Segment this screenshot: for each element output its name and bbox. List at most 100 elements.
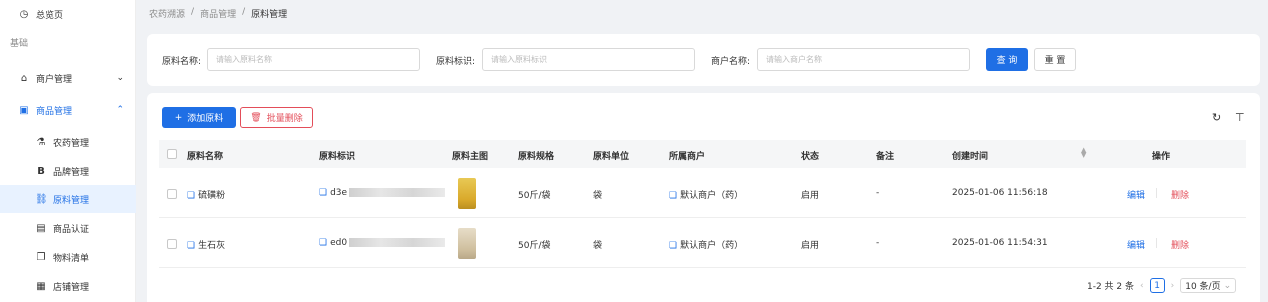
search-panel: 原料名称: 原料标识: 商户名称: 查 询 重 置	[147, 34, 1260, 86]
select-all-checkbox[interactable]	[167, 149, 177, 159]
flask-icon: ⚗	[36, 136, 46, 148]
unit-cell: 袋	[593, 191, 603, 201]
sidebar-item-overview[interactable]: ◷ 总览页	[0, 0, 136, 28]
status-cell: 启用	[801, 191, 820, 201]
column-header: 原料名称	[187, 152, 224, 162]
sidebar-item-label: 商品管理	[36, 106, 73, 117]
copy-icon[interactable]: ❏	[187, 191, 195, 201]
chevron-up-icon: ⌃	[116, 105, 124, 115]
reset-button[interactable]: 重 置	[1034, 48, 1076, 71]
pagination: 1-2 共 2 条 ‹ 1 › 10 条/页 ⌄	[1087, 278, 1237, 293]
note-cell: -	[876, 188, 880, 198]
prev-page-icon[interactable]: ‹	[1140, 281, 1144, 291]
store-icon: ▦	[36, 280, 46, 292]
sidebar-item-brand[interactable]: B 品牌管理	[0, 157, 136, 185]
batch-delete-label: 批量删除	[266, 114, 303, 124]
sidebar-item-label: 商户管理	[36, 74, 73, 85]
sort-icon[interactable]: ▲ ▼	[1081, 147, 1086, 159]
sidebar-item-pesticide[interactable]: ⚗ 农药管理	[0, 128, 136, 156]
breadcrumb-current: 原料管理	[251, 10, 288, 20]
sidebar-item-material[interactable]: ⛓ 原料管理	[0, 185, 136, 213]
column-header: 备注	[876, 152, 895, 162]
column-header: 原料规格	[518, 152, 555, 162]
sidebar-item-bom[interactable]: ❐ 物料清单	[0, 243, 136, 271]
material-name-input[interactable]	[207, 48, 420, 71]
material-code-input[interactable]	[482, 48, 695, 71]
column-header: 创建时间	[952, 152, 989, 162]
breadcrumb-separator: /	[242, 7, 246, 17]
breadcrumb-item[interactable]: 商品管理	[200, 7, 236, 20]
picture-icon: ▣	[19, 104, 29, 116]
material-code-label: 原料标识:	[436, 57, 476, 67]
sidebar-group-label: 基础	[10, 39, 29, 49]
sidebar-item-store[interactable]: ▦ 店铺管理	[0, 272, 136, 300]
material-image[interactable]	[458, 228, 476, 259]
row-checkbox[interactable]	[167, 189, 177, 199]
material-name-cell: ❏ 生石灰	[187, 241, 226, 251]
note-cell: -	[876, 238, 880, 248]
breadcrumb-separator: /	[191, 7, 195, 17]
merchant-name-label: 商户名称:	[711, 57, 751, 67]
material-name-cell: ❏ 硫磺粉	[187, 191, 226, 201]
refresh-icon[interactable]: ↻	[1212, 111, 1221, 124]
copy-icon[interactable]: ❏	[669, 191, 677, 201]
material-code-cell: ❏ ed0	[319, 238, 446, 248]
merchant-cell: ❏ 默认商户（药）	[669, 241, 744, 251]
row-checkbox[interactable]	[167, 239, 177, 249]
copy-doc-icon: ❐	[36, 251, 46, 263]
column-header: 所属商户	[669, 152, 706, 162]
edit-link[interactable]: 编辑	[1127, 188, 1145, 201]
spec-cell: 50斤/袋	[518, 241, 551, 251]
sidebar-item-label: 物料清单	[53, 253, 90, 264]
copy-icon[interactable]: ❏	[319, 188, 327, 198]
created-time-cell: 2025-01-06 11:56:18	[952, 188, 1048, 198]
status-cell: 启用	[801, 241, 820, 251]
batch-delete-button[interactable]: 🗑 批量删除	[240, 107, 313, 128]
copy-icon[interactable]: ❏	[319, 238, 327, 248]
column-header: 原料标识	[319, 152, 356, 162]
link-icon: ⛓	[35, 193, 48, 205]
redacted-text	[349, 188, 446, 197]
sidebar-item-label: 农药管理	[53, 138, 90, 149]
sidebar-item-label: 总览页	[36, 10, 64, 21]
page-number-button[interactable]: 1	[1149, 278, 1165, 293]
query-button[interactable]: 查 询	[986, 48, 1028, 71]
add-material-button[interactable]: + 添加原料	[162, 107, 236, 128]
material-name-label: 原料名称:	[162, 57, 202, 67]
column-header: 操作	[1152, 152, 1171, 162]
column-header: 状态	[801, 152, 820, 162]
material-code-cell: ❏ d3e	[319, 188, 446, 198]
next-page-icon[interactable]: ›	[1171, 281, 1175, 291]
sidebar-item-label: 品牌管理	[53, 167, 90, 178]
sidebar-item-product[interactable]: ▣ 商品管理 ⌃	[0, 96, 136, 124]
divider	[1156, 238, 1157, 248]
sidebar-item-label: 原料管理	[53, 195, 90, 206]
plus-icon: +	[174, 112, 183, 123]
table-header: 原料名称 原料标识 原料主图 原料规格 原料单位 所属商户 状态 备注 创建时间…	[159, 140, 1246, 168]
trash-icon: 🗑	[250, 112, 262, 123]
sidebar-item-merchant[interactable]: ⌂ 商户管理 ⌄	[0, 64, 136, 92]
dashboard-icon: ◷	[19, 8, 29, 20]
delete-link[interactable]: 删除	[1171, 238, 1189, 251]
page-size-label: 10 条/页	[1185, 282, 1221, 292]
column-height-icon[interactable]: ⊤	[1235, 111, 1245, 124]
sidebar: ◷ 总览页 基础 ⌂ 商户管理 ⌄ ▣ 商品管理 ⌃ ⚗ 农药管理 B 品牌管理…	[0, 0, 136, 302]
spec-cell: 50斤/袋	[518, 191, 551, 201]
created-time-cell: 2025-01-06 11:54:31	[952, 238, 1048, 248]
page-size-select[interactable]: 10 条/页 ⌄	[1180, 278, 1237, 293]
material-image[interactable]	[458, 178, 476, 209]
merchant-cell: ❏ 默认商户（药）	[669, 191, 744, 201]
table-row: ❏ 生石灰 ❏ ed0 50斤/袋 袋 ❏ 默认商户（药） 启用 - 2025-01-…	[159, 219, 1246, 268]
copy-icon[interactable]: ❏	[187, 241, 195, 251]
bank-icon: ⌂	[20, 72, 28, 84]
breadcrumb-item[interactable]: 农药溯源	[149, 7, 185, 20]
copy-icon[interactable]: ❏	[669, 241, 677, 251]
edit-link[interactable]: 编辑	[1127, 238, 1145, 251]
merchant-name-input[interactable]	[757, 48, 970, 71]
column-header: 原料主图	[452, 152, 489, 162]
sidebar-item-certification[interactable]: ▤ 商品认证	[0, 214, 136, 242]
delete-link[interactable]: 删除	[1171, 188, 1189, 201]
chevron-down-icon: ⌄	[1223, 280, 1232, 291]
brand-b-icon: B	[37, 165, 45, 177]
certificate-icon: ▤	[36, 222, 46, 234]
